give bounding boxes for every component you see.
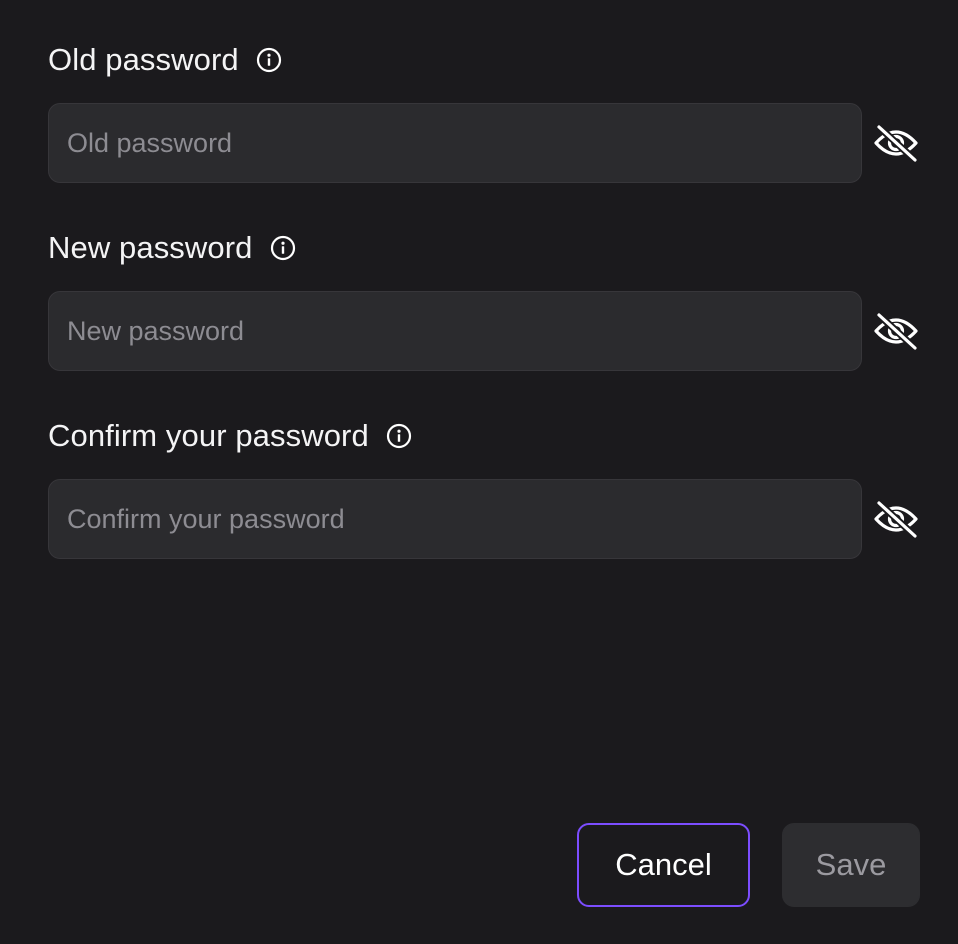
- confirm-password-input-row: [48, 479, 923, 559]
- old-password-label-row: Old password: [48, 40, 923, 80]
- old-password-input[interactable]: [48, 103, 862, 183]
- save-button[interactable]: Save: [782, 823, 920, 907]
- old-password-field-group: Old password: [48, 40, 923, 183]
- old-password-input-row: [48, 103, 923, 183]
- new-password-input-row: [48, 291, 923, 371]
- info-icon[interactable]: [255, 46, 283, 74]
- confirm-password-label: Confirm your password: [48, 418, 369, 453]
- form-actions: Cancel Save: [577, 823, 920, 907]
- info-icon[interactable]: [269, 234, 297, 262]
- confirm-password-field-group: Confirm your password: [48, 416, 923, 559]
- new-password-field-group: New password: [48, 228, 923, 371]
- new-password-input[interactable]: [48, 291, 862, 371]
- change-password-form: Old password New password Confirm your p…: [0, 0, 958, 944]
- new-password-label: New password: [48, 230, 253, 265]
- eye-off-icon[interactable]: [870, 117, 922, 169]
- cancel-button[interactable]: Cancel: [577, 823, 750, 907]
- info-icon[interactable]: [385, 422, 413, 450]
- eye-off-icon[interactable]: [870, 305, 922, 357]
- confirm-password-label-row: Confirm your password: [48, 416, 923, 456]
- confirm-password-input[interactable]: [48, 479, 862, 559]
- old-password-label: Old password: [48, 42, 239, 77]
- new-password-label-row: New password: [48, 228, 923, 268]
- eye-off-icon[interactable]: [870, 493, 922, 545]
